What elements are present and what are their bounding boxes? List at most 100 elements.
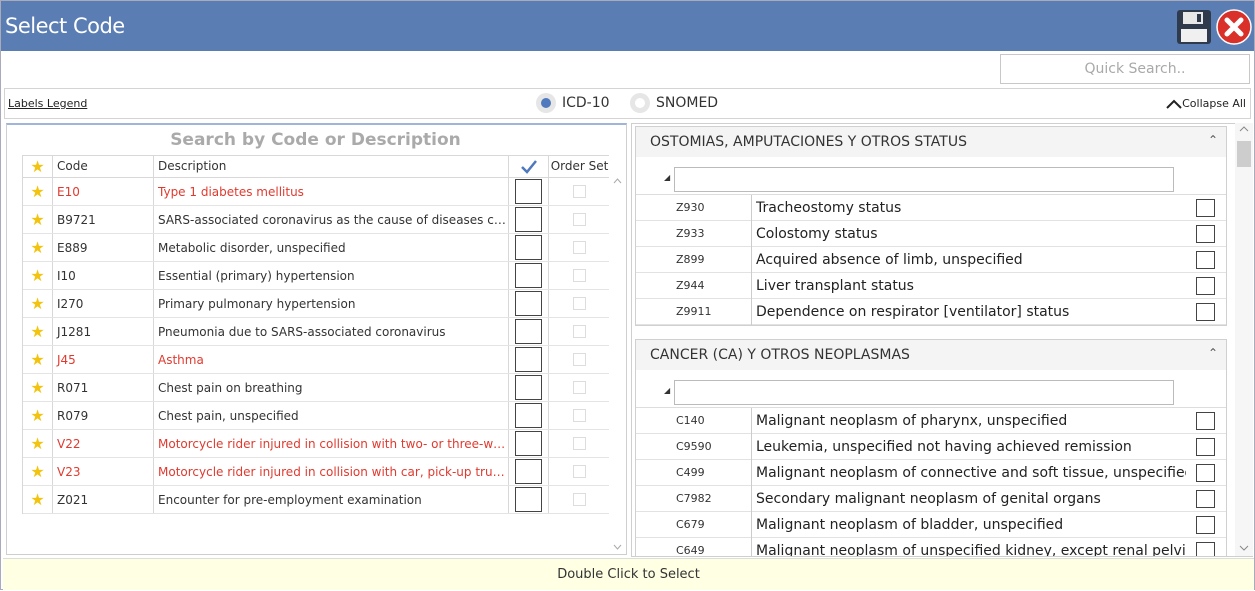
order-set-cell[interactable]	[549, 458, 610, 485]
order-set-cell[interactable]	[549, 374, 610, 401]
radio-selected-icon[interactable]	[536, 93, 556, 113]
group-item-checkbox[interactable]	[1196, 277, 1215, 295]
list-item[interactable]: C649 Malignant neoplasm of unspecified ki…	[636, 538, 1226, 556]
radio-icd10[interactable]: ICD-10	[536, 93, 610, 115]
select-checkbox-cell[interactable]	[509, 458, 549, 485]
order-set-checkbox[interactable]	[573, 213, 586, 226]
select-checkbox[interactable]	[515, 431, 542, 456]
order-set-cell[interactable]	[549, 318, 610, 345]
order-set-checkbox[interactable]	[573, 381, 586, 394]
radio-unselected-icon[interactable]	[630, 93, 650, 113]
list-item[interactable]: Z930 Tracheostomy status	[636, 195, 1226, 221]
select-checkbox[interactable]	[515, 263, 542, 288]
order-set-checkbox[interactable]	[573, 269, 586, 282]
table-row[interactable]: ★ R071 Chest pain on breathing	[23, 374, 609, 402]
group-item-checkbox[interactable]	[1196, 412, 1215, 430]
quick-search-input[interactable]: Quick Search..	[1000, 54, 1250, 84]
star-icon[interactable]: ★	[30, 266, 44, 285]
expand-triangle-icon[interactable]: ◢	[664, 173, 670, 182]
select-checkbox[interactable]	[515, 403, 542, 428]
group-item-checkbox[interactable]	[1196, 516, 1215, 534]
table-row[interactable]: ★ J1281 Pneumonia due to SARS-associated c…	[23, 318, 609, 346]
right-scrollbar[interactable]	[1235, 123, 1253, 556]
order-set-cell[interactable]	[549, 430, 610, 457]
group-item-checkbox[interactable]	[1196, 251, 1215, 269]
select-checkbox-cell[interactable]	[509, 206, 549, 233]
group-item-checkbox[interactable]	[1196, 542, 1215, 556]
select-checkbox-cell[interactable]	[509, 318, 549, 345]
list-item[interactable]: Z944 Liver transplant status	[636, 273, 1226, 299]
save-icon[interactable]	[1176, 9, 1212, 45]
star-icon[interactable]: ★	[30, 378, 44, 397]
table-row[interactable]: ★ I10 Essential (primary) hypertension	[23, 262, 609, 290]
list-item[interactable]: C499 Malignant neoplasm of connective and…	[636, 460, 1226, 486]
favorite-cell[interactable]: ★	[23, 318, 53, 345]
select-checkbox-cell[interactable]	[509, 374, 549, 401]
favorite-cell[interactable]: ★	[23, 234, 53, 261]
star-icon[interactable]: ★	[30, 210, 44, 229]
list-item[interactable]: C679 Malignant neoplasm of bladder, unspe…	[636, 512, 1226, 538]
table-row[interactable]: ★ R079 Chest pain, unspecified	[23, 402, 609, 430]
group-filter-input[interactable]	[674, 380, 1174, 405]
group-item-checkbox[interactable]	[1196, 225, 1215, 243]
collapse-all-button[interactable]: Collapse All	[1166, 97, 1246, 110]
table-row[interactable]: ★ Z021 Encounter for pre-employment examin…	[23, 486, 609, 514]
code-column-header[interactable]: Code	[53, 156, 154, 177]
order-set-cell[interactable]	[549, 486, 610, 513]
favorite-cell[interactable]: ★	[23, 290, 53, 317]
star-icon[interactable]: ★	[30, 182, 44, 201]
select-checkbox[interactable]	[515, 179, 542, 204]
select-checkbox[interactable]	[515, 487, 542, 512]
select-checkbox-cell[interactable]	[509, 234, 549, 261]
select-checkbox-cell[interactable]	[509, 290, 549, 317]
select-checkbox[interactable]	[515, 347, 542, 372]
select-checkbox-cell[interactable]	[509, 430, 549, 457]
favorite-cell[interactable]: ★	[23, 206, 53, 233]
select-checkbox-cell[interactable]	[509, 262, 549, 289]
select-checkbox[interactable]	[515, 319, 542, 344]
list-item[interactable]: C9590 Leukemia, unspecified not having ac…	[636, 434, 1226, 460]
star-icon[interactable]: ★	[30, 238, 44, 257]
chevron-up-icon[interactable]: ⌃	[1208, 346, 1218, 360]
favorite-cell[interactable]: ★	[23, 430, 53, 457]
table-row[interactable]: ★ V22 Motorcycle rider injured in collisio…	[23, 430, 609, 458]
table-row[interactable]: ★ J45 Asthma	[23, 346, 609, 374]
code-search-input[interactable]: Search by Code or Description	[7, 125, 624, 155]
order-set-checkbox[interactable]	[573, 465, 586, 478]
list-item[interactable]: C140 Malignant neoplasm of pharynx, unspe…	[636, 408, 1226, 434]
table-row[interactable]: ★ B9721 SARS-associated coronavirus as the…	[23, 206, 609, 234]
order-set-checkbox[interactable]	[573, 297, 586, 310]
group-item-checkbox[interactable]	[1196, 438, 1215, 456]
order-set-checkbox[interactable]	[573, 409, 586, 422]
select-checkbox-cell[interactable]	[509, 346, 549, 373]
favorite-cell[interactable]: ★	[23, 486, 53, 513]
select-checkbox[interactable]	[515, 235, 542, 260]
order-set-cell[interactable]	[549, 290, 610, 317]
star-icon[interactable]: ★	[30, 434, 44, 453]
order-set-checkbox[interactable]	[573, 241, 586, 254]
select-checkbox-cell[interactable]	[509, 402, 549, 429]
select-column-header[interactable]	[509, 156, 549, 177]
table-row[interactable]: ★ E889 Metabolic disorder, unspecified	[23, 234, 609, 262]
group-filter-input[interactable]	[674, 167, 1174, 192]
labels-legend-link[interactable]: Labels Legend	[8, 97, 87, 110]
favorite-cell[interactable]: ★	[23, 262, 53, 289]
order-set-checkbox[interactable]	[573, 185, 586, 198]
group-item-checkbox[interactable]	[1196, 303, 1215, 321]
order-set-checkbox[interactable]	[573, 493, 586, 506]
favorite-column-header[interactable]: ★	[23, 156, 53, 177]
favorite-cell[interactable]: ★	[23, 458, 53, 485]
select-checkbox[interactable]	[515, 207, 542, 232]
list-item[interactable]: Z933 Colostomy status	[636, 221, 1226, 247]
group-header[interactable]: CANCER (CA) Y OTROS NEOPLASMAS ⌃	[636, 340, 1226, 370]
order-set-cell[interactable]	[549, 402, 610, 429]
order-set-cell[interactable]	[549, 234, 610, 261]
close-icon[interactable]	[1216, 9, 1252, 45]
description-column-header[interactable]: Description	[154, 156, 509, 177]
order-set-cell[interactable]	[549, 206, 610, 233]
expand-triangle-icon[interactable]: ◢	[664, 386, 670, 395]
order-set-checkbox[interactable]	[573, 325, 586, 338]
favorite-cell[interactable]: ★	[23, 374, 53, 401]
order-set-checkbox[interactable]	[573, 353, 586, 366]
star-icon[interactable]: ★	[30, 350, 44, 369]
